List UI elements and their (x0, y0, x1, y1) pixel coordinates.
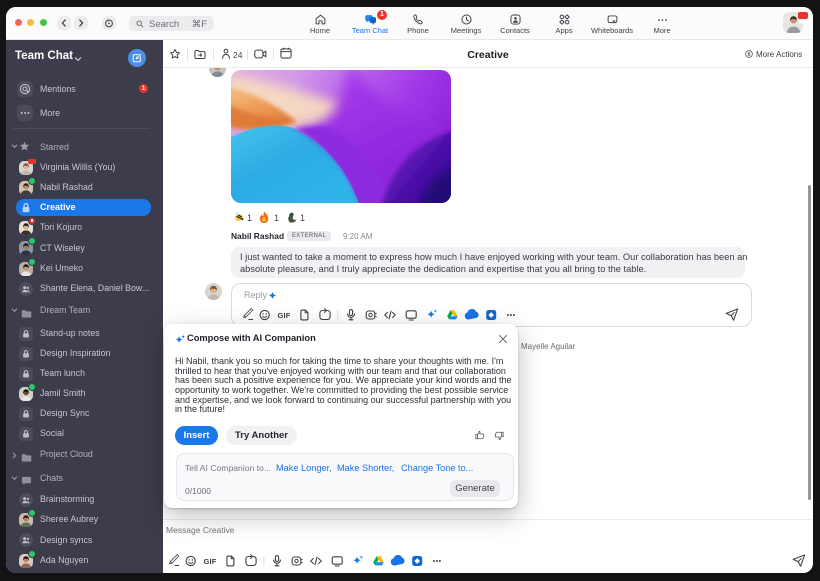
svg-text:GIF: GIF (277, 311, 290, 320)
svg-text:GIF: GIF (203, 557, 216, 566)
